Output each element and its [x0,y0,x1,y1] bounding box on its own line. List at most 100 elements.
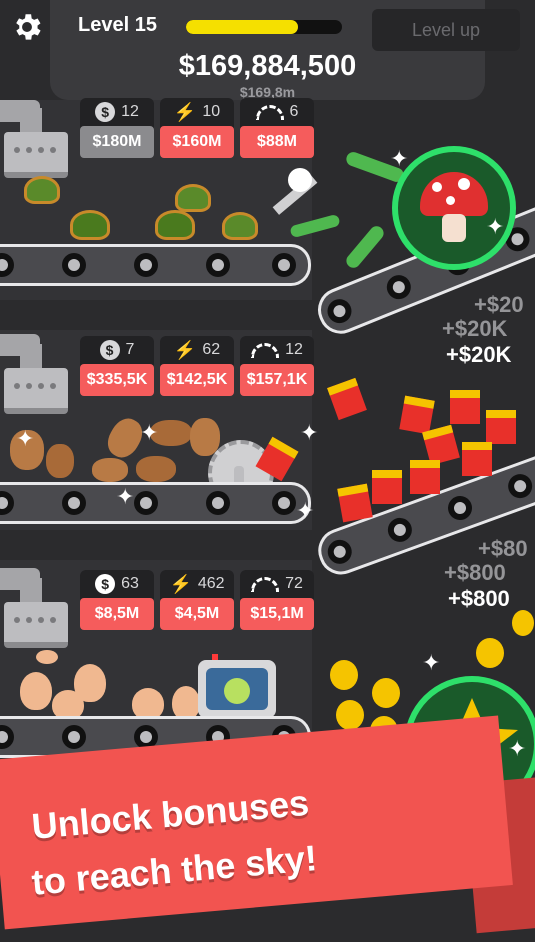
hopper-bolt [26,617,32,623]
fries-item [410,460,440,494]
coin-upgrade-price[interactable]: $180M [80,126,154,158]
speed-upgrade-price[interactable]: $157,1K [240,364,314,396]
roller [62,491,86,515]
potato-item [136,456,176,482]
sparkle-icon: ✦ [508,736,527,761]
speedometer-icon [251,576,280,592]
coin-icon: $ [95,102,116,122]
zapper-orb [288,168,312,192]
lightning-upgrade[interactable]: ⚡ 462 $4,5M [160,570,234,630]
lightning-upgrade-price[interactable]: $142,5K [160,364,234,396]
roller [444,492,476,524]
speed-level-count: 12 [285,341,303,358]
fries-item [337,483,373,523]
egg-item [172,686,200,720]
turtle-item [175,184,211,212]
row-3-hopper [4,602,68,648]
lightning-upgrade-price[interactable]: $160M [160,126,234,158]
coin-level-count: 12 [121,103,139,120]
sparkle-icon: ✦ [140,420,159,445]
sparkle-icon: ✦ [296,498,315,523]
row-2-hopper [4,368,68,414]
speed-upgrade[interactable]: 72 $15,1M [240,570,314,630]
coin-upgrade[interactable]: $7 $335,5K [80,336,154,396]
chick-item [330,660,358,690]
chick-item [372,678,400,708]
speed-upgrade-price[interactable]: $15,1M [240,598,314,630]
speedometer-icon [255,104,284,120]
speed-level-count: 6 [289,103,299,120]
lightning-upgrade-level: ⚡ 62 [160,338,234,362]
coin-upgrade-price[interactable]: $8,5M [80,598,154,630]
income-float: +$80 [478,536,528,561]
incubator-light [212,654,218,660]
lightning-upgrade-level: ⚡ 10 [160,100,234,124]
roller [0,253,14,277]
level-up-button[interactable]: Level up [372,9,520,51]
roller [504,470,535,502]
coin-upgrade-level: $7 [80,338,154,362]
roller [62,253,86,277]
mushroom-cap [420,172,488,216]
hopper-bolt [50,147,56,153]
hopper-bolt [50,383,56,389]
potato-item [46,444,74,478]
hopper-bolt [38,617,44,623]
sparkle-icon: ✦ [116,484,135,509]
turtle-item [222,212,258,240]
hopper-bolt [14,383,20,389]
roller [134,491,158,515]
speed-upgrade-price[interactable]: $88M [240,126,314,158]
fries-item [327,377,367,421]
fries-item [399,395,435,435]
lightning-upgrade-level: ⚡ 462 [160,572,234,596]
coin-upgrade[interactable]: $63 $8,5M [80,570,154,630]
roller [62,725,86,749]
sparkle-icon: ✦ [16,426,35,451]
speed-upgrade[interactable]: 6 $88M [240,98,314,158]
row-1-conveyor [0,244,311,286]
egg-item [20,672,52,710]
fries-item [450,390,480,424]
mushroom-spot [432,182,442,192]
roller [272,491,296,515]
fries-item [462,442,492,476]
lightning-level-count: 62 [202,341,221,358]
coin-upgrade[interactable]: $12 $180M [80,98,154,158]
speed-level-count: 72 [285,575,303,592]
roller [272,253,296,277]
fries-item [486,410,516,444]
hopper-bolt [50,617,56,623]
hopper-bolt [38,147,44,153]
roller [0,725,14,749]
production-row-1: $12 $180M ⚡ 10 $160M 6 $88M ✦ ✦ +$20 +$2… [0,60,535,367]
hopper-bolt [14,617,20,623]
sparkle-icon: ✦ [390,146,409,171]
coin-upgrade-level: $63 [80,572,154,596]
coin-upgrade-level: $12 [80,100,154,124]
settings-gear-icon[interactable] [10,10,44,44]
mushroom-bonus[interactable] [392,146,516,270]
lightning-icon: ⚡ [173,339,197,360]
roller [0,491,14,515]
turtle-item [155,210,195,240]
lightning-upgrade[interactable]: ⚡ 62 $142,5K [160,336,234,396]
coin-level-count: 7 [125,341,135,358]
sparkle-icon: ✦ [422,650,441,675]
coin-level-count: 63 [121,575,139,592]
hopper-bolt [38,383,44,389]
lightning-upgrade[interactable]: ⚡ 10 $160M [160,98,234,158]
chick-item [336,700,364,730]
xp-progress-bar [186,20,342,34]
incubator-machine [198,660,276,718]
coin-icon: $ [99,340,120,360]
turtle-item [70,210,110,240]
hopper-bolt [26,147,32,153]
speed-upgrade[interactable]: 12 $157,1K [240,336,314,396]
lightning-upgrade-price[interactable]: $4,5M [160,598,234,630]
income-float: +$800 [444,560,506,585]
coin-icon: $ [95,574,116,594]
roller [206,491,230,515]
hopper-bolt [26,383,32,389]
coin-upgrade-price[interactable]: $335,5K [80,364,154,396]
